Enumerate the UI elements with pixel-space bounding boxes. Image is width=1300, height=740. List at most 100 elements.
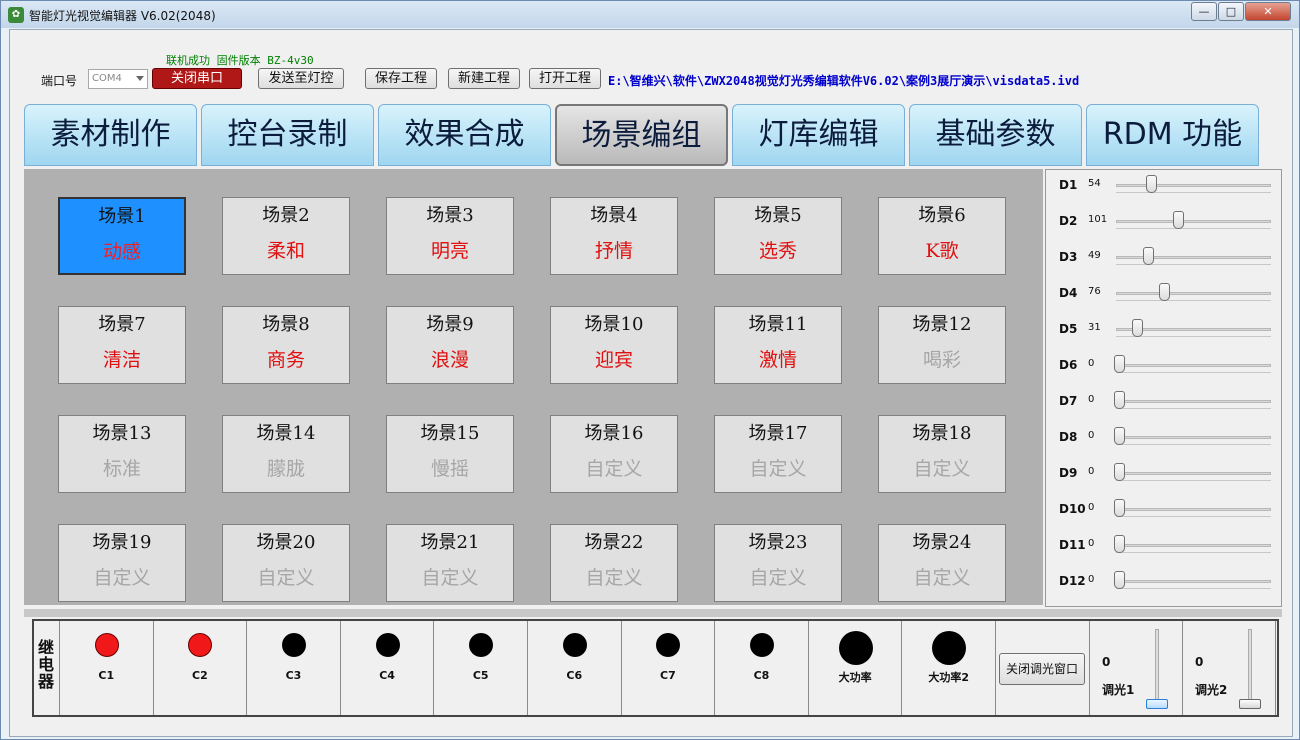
dimmer-slider[interactable] <box>1239 625 1261 713</box>
relay-4[interactable]: C4 <box>341 621 435 715</box>
save-project-button[interactable]: 保存工程 <box>365 68 437 89</box>
relay-indicator-icon[interactable] <box>281 633 306 657</box>
close-button[interactable]: ✕ <box>1245 2 1291 21</box>
slider-thumb[interactable] <box>1114 571 1125 589</box>
scene-button-12[interactable]: 场景12 喝彩 <box>878 306 1006 384</box>
tab-6[interactable]: 基础参数 <box>909 104 1082 166</box>
scene-button-6[interactable]: 场景6 K歌 <box>878 197 1006 275</box>
scene-button-1[interactable]: 场景1 动感 <box>58 197 186 275</box>
maximize-button[interactable]: □ <box>1218 2 1244 21</box>
slider-thumb[interactable] <box>1173 211 1185 229</box>
slider-track[interactable] <box>1155 629 1159 709</box>
scene-button-19[interactable]: 场景19 自定义 <box>58 524 186 602</box>
scene-button-22[interactable]: 场景22 自定义 <box>550 524 678 602</box>
slider-track[interactable] <box>1116 580 1271 583</box>
scene-description: 动感 <box>102 241 141 263</box>
new-project-button[interactable]: 新建工程 <box>448 68 520 89</box>
send-to-console-button[interactable]: 发送至灯控 <box>258 68 344 89</box>
relay-2[interactable]: C2 <box>154 621 248 715</box>
tab-4[interactable]: 场景编组 <box>555 104 728 166</box>
tab-5[interactable]: 灯库编辑 <box>732 104 905 166</box>
relay-10[interactable]: 大功率2 <box>902 621 996 715</box>
connection-status: 联机成功 固件版本 BZ-4v30 <box>166 54 314 67</box>
slider-thumb[interactable] <box>1142 247 1154 265</box>
relay-7[interactable]: C7 <box>622 621 716 715</box>
slider-thumb[interactable] <box>1114 535 1125 553</box>
slider-track[interactable] <box>1116 508 1271 511</box>
slider-thumb[interactable] <box>1145 175 1157 193</box>
slider-track[interactable] <box>1116 544 1271 547</box>
minimize-button[interactable]: — <box>1191 2 1217 21</box>
scene-button-17[interactable]: 场景17 自定义 <box>714 415 842 493</box>
slider-track[interactable] <box>1116 256 1271 259</box>
slider-thumb[interactable] <box>1114 499 1125 517</box>
relay-3[interactable]: C3 <box>247 621 341 715</box>
relay-indicator-icon[interactable] <box>838 631 873 665</box>
scene-button-8[interactable]: 场景8 商务 <box>222 306 350 384</box>
slider-track[interactable] <box>1116 220 1271 223</box>
relay-name: 大功率2 <box>928 671 970 684</box>
relay-indicator-icon[interactable] <box>469 633 494 657</box>
scene-button-7[interactable]: 场景7 清洁 <box>58 306 186 384</box>
scene-button-18[interactable]: 场景18 自定义 <box>878 415 1006 493</box>
scene-button-24[interactable]: 场景24 自定义 <box>878 524 1006 602</box>
dimmer-slider[interactable] <box>1146 625 1168 713</box>
slider-thumb[interactable] <box>1158 283 1170 301</box>
slider-track[interactable] <box>1248 629 1252 709</box>
scene-description: 柔和 <box>266 240 305 262</box>
relay-9[interactable]: 大功率 <box>809 621 903 715</box>
slider-thumb[interactable] <box>1114 355 1125 373</box>
relay-1[interactable]: C1 <box>60 621 154 715</box>
relay-5[interactable]: C5 <box>434 621 528 715</box>
relay-6[interactable]: C6 <box>528 621 622 715</box>
relay-indicator-icon[interactable] <box>656 633 681 657</box>
close-port-button[interactable]: 关闭串口 <box>152 68 242 89</box>
scene-button-10[interactable]: 场景10 迎宾 <box>550 306 678 384</box>
relay-indicator-icon[interactable] <box>749 633 774 657</box>
relay-indicator-icon[interactable] <box>562 633 587 657</box>
relay-indicator-icon[interactable] <box>94 633 119 657</box>
relay-name: C5 <box>472 669 489 682</box>
scene-button-2[interactable]: 场景2 柔和 <box>222 197 350 275</box>
tab-1[interactable]: 素材制作 <box>24 104 197 166</box>
relay-indicator-icon[interactable] <box>188 633 213 657</box>
scene-button-9[interactable]: 场景9 浪漫 <box>386 306 514 384</box>
tab-3[interactable]: 效果合成 <box>378 104 551 166</box>
scene-name: 场景8 <box>262 314 310 335</box>
tab-2[interactable]: 控台录制 <box>201 104 374 166</box>
slider-thumb[interactable] <box>1114 391 1125 409</box>
port-value: COM4 <box>92 73 122 84</box>
slider-thumb[interactable] <box>1146 699 1168 709</box>
scene-button-5[interactable]: 场景5 选秀 <box>714 197 842 275</box>
scene-button-3[interactable]: 场景3 明亮 <box>386 197 514 275</box>
scene-button-15[interactable]: 场景15 慢摇 <box>386 415 514 493</box>
scene-button-20[interactable]: 场景20 自定义 <box>222 524 350 602</box>
slider-thumb[interactable] <box>1132 319 1144 337</box>
slider-track[interactable] <box>1116 472 1271 475</box>
scene-button-4[interactable]: 场景4 抒情 <box>550 197 678 275</box>
close-dim-window-button[interactable]: 关闭调光窗口 <box>999 653 1085 685</box>
slider-thumb[interactable] <box>1239 699 1261 709</box>
relay-indicator-icon[interactable] <box>932 631 967 665</box>
relay-indicator-icon[interactable] <box>375 633 400 657</box>
slider-thumb[interactable] <box>1114 427 1125 445</box>
open-project-button[interactable]: 打开工程 <box>529 68 601 89</box>
port-combo[interactable]: COM4 <box>88 69 148 89</box>
scene-button-11[interactable]: 场景11 激情 <box>714 306 842 384</box>
scene-button-16[interactable]: 场景16 自定义 <box>550 415 678 493</box>
chevron-down-icon[interactable] <box>136 76 144 81</box>
slider-thumb[interactable] <box>1114 463 1125 481</box>
tab-7[interactable]: RDM 功能 <box>1086 104 1259 166</box>
relay-8[interactable]: C8 <box>715 621 809 715</box>
slider-track[interactable] <box>1116 436 1271 439</box>
title-bar[interactable]: ✿ 智能灯光视觉编辑器 V6.02(2048) — □ ✕ <box>1 1 1299 28</box>
scene-button-14[interactable]: 场景14 朦胧 <box>222 415 350 493</box>
slider-track[interactable] <box>1116 400 1271 403</box>
scene-button-21[interactable]: 场景21 自定义 <box>386 524 514 602</box>
slider-track[interactable] <box>1116 184 1271 187</box>
slider-track[interactable] <box>1116 364 1271 367</box>
slider-track[interactable] <box>1116 292 1271 295</box>
channel-label: D4 <box>1059 286 1078 300</box>
scene-button-23[interactable]: 场景23 自定义 <box>714 524 842 602</box>
scene-button-13[interactable]: 场景13 标准 <box>58 415 186 493</box>
